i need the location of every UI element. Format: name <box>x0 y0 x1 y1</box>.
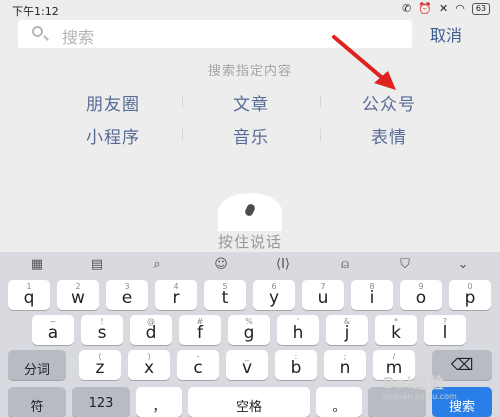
space-key-label: 空格 <box>235 400 262 415</box>
key-char: h <box>292 323 304 343</box>
symbols-key-label: 符 <box>30 400 44 415</box>
key-char: k <box>391 323 401 343</box>
space-key[interactable]: 空格 <box>188 387 310 417</box>
key-k[interactable]: * k <box>375 315 417 345</box>
search-input[interactable]: 搜索 <box>18 20 412 48</box>
key-q[interactable]: 1q <box>8 280 50 310</box>
key-char: i <box>369 288 375 308</box>
key-char: j <box>344 323 350 343</box>
key-char: o <box>415 288 427 308</box>
key-char: v <box>241 358 253 378</box>
key-f[interactable]: # f <box>179 315 221 345</box>
category-official-accounts[interactable]: 公众号 <box>306 90 472 115</box>
grid-icon[interactable]: ▦ <box>26 257 48 273</box>
alarm-icon: ⏰ <box>418 2 432 15</box>
comma-key[interactable]: ， <box>136 387 182 417</box>
shield-icon[interactable]: ⛉ <box>394 257 416 273</box>
key-x[interactable]: ) x <box>128 350 170 380</box>
microphone-icon <box>243 202 257 218</box>
battery-icon: 63 <box>471 2 490 15</box>
key-n[interactable]: ; n <box>324 350 366 380</box>
key-char: c <box>193 358 203 378</box>
key-char: e <box>121 288 133 308</box>
key-v[interactable]: _ v <box>226 350 268 380</box>
key-p[interactable]: 0p <box>449 280 491 310</box>
watermark-url: jingyan.baidu.com <box>383 392 457 401</box>
keyboard-icon[interactable]: ▤ <box>86 257 108 273</box>
period-key-label: 。 <box>332 400 346 415</box>
key-b[interactable]: :b <box>275 350 317 380</box>
comma-key-label: ， <box>152 400 166 415</box>
numbers-key[interactable]: 123 <box>72 387 130 417</box>
signal-icon: ✆ <box>402 2 412 15</box>
key-char: t <box>221 288 229 308</box>
wifi-icon: ◠ <box>455 2 465 15</box>
divider <box>182 129 183 141</box>
key-char: b <box>290 358 302 378</box>
key-j[interactable]: & j <box>326 315 368 345</box>
search-row: 搜索 取消 <box>0 18 500 48</box>
key-o[interactable]: 9o <box>400 280 442 310</box>
key-char: f <box>197 323 203 343</box>
key-a[interactable]: ~ a <box>32 315 74 345</box>
key-c[interactable]: -c <box>177 350 219 380</box>
key-z[interactable]: (z <box>79 350 121 380</box>
key-u[interactable]: 7u <box>302 280 344 310</box>
key-y[interactable]: 6y <box>253 280 295 310</box>
key-char: n <box>339 358 351 378</box>
search-icon <box>32 26 43 37</box>
keyboard-toolbar: ▦ ▤ ⌕ ☺ ⟨I⟩ ⍝ ⛉ ⌄ <box>0 252 500 278</box>
key-char: r <box>172 288 180 308</box>
key-char: a <box>47 323 59 343</box>
key-char: g <box>243 323 255 343</box>
key-s[interactable]: ! s <box>81 315 123 345</box>
key-l[interactable]: ? l <box>424 315 466 345</box>
key-d[interactable]: @ d <box>130 315 172 345</box>
key-char: l <box>442 323 448 343</box>
key-w[interactable]: 2w <box>57 280 99 310</box>
divider <box>320 129 321 141</box>
key-g[interactable]: % g <box>228 315 270 345</box>
numbers-key-label: 123 <box>88 396 114 411</box>
category-stickers[interactable]: 表情 <box>306 123 472 148</box>
period-key[interactable]: 。 <box>316 387 362 417</box>
key-char: d <box>145 323 157 343</box>
status-time: 下午1:12 <box>12 5 59 18</box>
key-char: p <box>464 288 476 308</box>
status-icons: ✆ ⏰ ✕ ◠ 63 <box>402 2 490 15</box>
key-i[interactable]: 8i <box>351 280 393 310</box>
divider <box>182 96 183 108</box>
watermark-logo: Bai经验 <box>383 374 445 392</box>
cursor-icon[interactable]: ⟨I⟩ <box>272 257 294 273</box>
search-placeholder: 搜索 <box>62 28 95 47</box>
symbols-key[interactable]: 符 <box>8 387 66 417</box>
segment-key[interactable]: 分词 <box>8 350 66 380</box>
emoji-icon[interactable]: ☺ <box>210 257 232 273</box>
key-r[interactable]: 4r <box>155 280 197 310</box>
section-title: 搜索指定内容 <box>207 64 292 79</box>
key-char: x <box>143 358 155 378</box>
collapse-icon[interactable]: ⌄ <box>452 257 474 273</box>
divider <box>320 96 321 108</box>
search-icon[interactable]: ⌕ <box>146 257 168 273</box>
key-e[interactable]: 3e <box>106 280 148 310</box>
microphone-icon[interactable]: ⍝ <box>334 257 356 273</box>
key-char: q <box>23 288 35 308</box>
mute-icon: ✕ <box>438 2 449 15</box>
category-grid: 朋友圈 文章 公众号 小程序 音乐 表情 <box>0 90 500 150</box>
segment-key-label: 分词 <box>23 363 50 378</box>
voice-button[interactable] <box>218 193 282 231</box>
key-char: w <box>71 288 85 308</box>
key-char: z <box>95 358 105 378</box>
key-char: y <box>268 288 280 308</box>
key-h[interactable]: ' h <box>277 315 319 345</box>
key-char: u <box>317 288 329 308</box>
cancel-button[interactable]: 取消 <box>430 22 462 46</box>
key-t[interactable]: 5t <box>204 280 246 310</box>
key-char: s <box>97 323 107 343</box>
voice-label: 按住说话 <box>217 233 282 251</box>
status-bar: 下午1:12 ✆ ⏰ ✕ ◠ 63 <box>0 0 500 18</box>
